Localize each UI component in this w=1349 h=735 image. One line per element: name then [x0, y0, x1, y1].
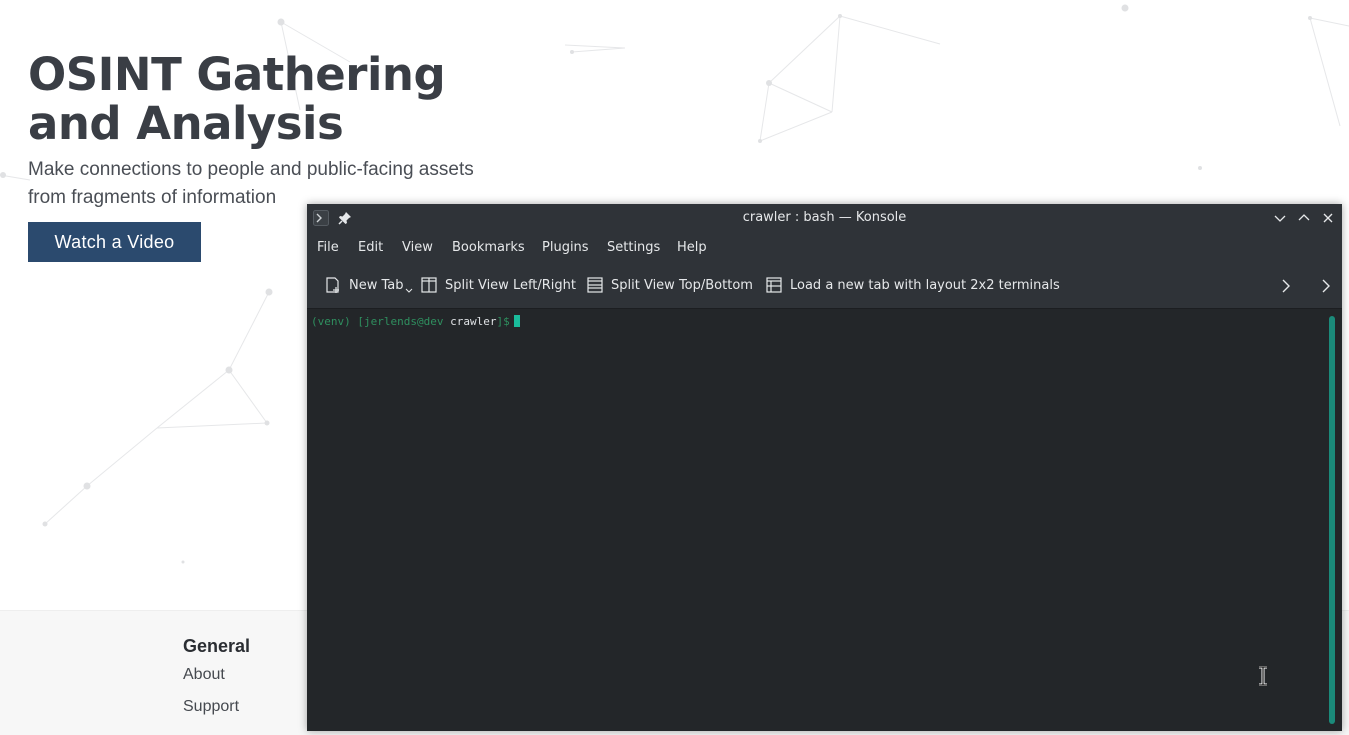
menu-help[interactable]: Help — [677, 240, 707, 255]
menu-bookmarks[interactable]: Bookmarks — [452, 240, 525, 255]
window-title: crawler : bash — Konsole — [742, 210, 907, 225]
load-layout-label: Load a new tab with layout 2x2 terminals — [790, 277, 1060, 293]
watch-video-button[interactable]: Watch a Video — [28, 222, 201, 262]
chevron-down-icon[interactable] — [405, 286, 413, 294]
maximize-icon[interactable] — [1296, 210, 1312, 226]
prompt-directory: crawler — [450, 315, 497, 328]
split-top-bottom-button[interactable]: Split View Top/Bottom — [586, 276, 753, 294]
toolbar-overflow-icon[interactable] — [1319, 278, 1333, 294]
split-horizontal-icon — [421, 277, 437, 293]
new-tab-button[interactable]: New Tab — [324, 276, 413, 294]
scrollbar-thumb[interactable] — [1329, 316, 1335, 724]
window-titlebar[interactable]: crawler : bash — Konsole — [307, 204, 1342, 232]
konsole-window: crawler : bash — Konsole File Edit View … — [307, 204, 1342, 731]
prompt-end: ]$ — [496, 315, 510, 328]
menu-plugins[interactable]: Plugins — [542, 240, 589, 255]
layout-grid-icon — [766, 277, 782, 293]
close-icon[interactable] — [1320, 210, 1336, 226]
split-left-right-button[interactable]: Split View Left/Right — [420, 276, 576, 294]
hero-title-line2: and Analysis — [28, 97, 344, 150]
new-tab-icon — [326, 277, 339, 293]
menu-view[interactable]: View — [402, 240, 433, 255]
split-top-bottom-label: Split View Top/Bottom — [611, 277, 753, 293]
menu-edit[interactable]: Edit — [358, 240, 383, 255]
footer-link-about[interactable]: About — [183, 666, 225, 684]
toolbar: New Tab Split View Left/Right Split View… — [307, 264, 1342, 309]
footer-heading: General — [183, 636, 251, 656]
menu-file[interactable]: File — [317, 240, 339, 255]
footer-link-support[interactable]: Support — [183, 698, 239, 716]
minimize-icon[interactable] — [1272, 210, 1288, 226]
menu-bar: File Edit View Bookmarks Plugins Setting… — [307, 232, 1342, 264]
split-left-right-label: Split View Left/Right — [445, 277, 577, 293]
shell-prompt: (venv) [jerlends@dev crawler]$ — [311, 315, 520, 328]
split-vertical-icon — [587, 277, 603, 293]
menu-settings[interactable]: Settings — [607, 240, 660, 255]
prompt-venv: (venv) — [311, 315, 351, 328]
hero-subtitle-line1: Make connections to people and public-fa… — [28, 159, 474, 180]
text-cursor-icon — [1259, 666, 1267, 686]
hero-subtitle-line2: from fragments of information — [28, 187, 277, 208]
new-tab-label: New Tab — [349, 277, 404, 293]
terminal-cursor — [513, 315, 520, 327]
hero-title: OSINT Gathering and Analysis — [28, 48, 446, 150]
hero-title-line1: OSINT Gathering — [28, 48, 446, 101]
chevron-right-icon[interactable] — [1279, 278, 1293, 294]
prompt-user-host: [jerlends@dev — [357, 315, 444, 328]
terminal-area[interactable]: (venv) [jerlends@dev crawler]$ — [307, 309, 1322, 731]
load-layout-button[interactable]: Load a new tab with layout 2x2 terminals — [765, 276, 1060, 294]
